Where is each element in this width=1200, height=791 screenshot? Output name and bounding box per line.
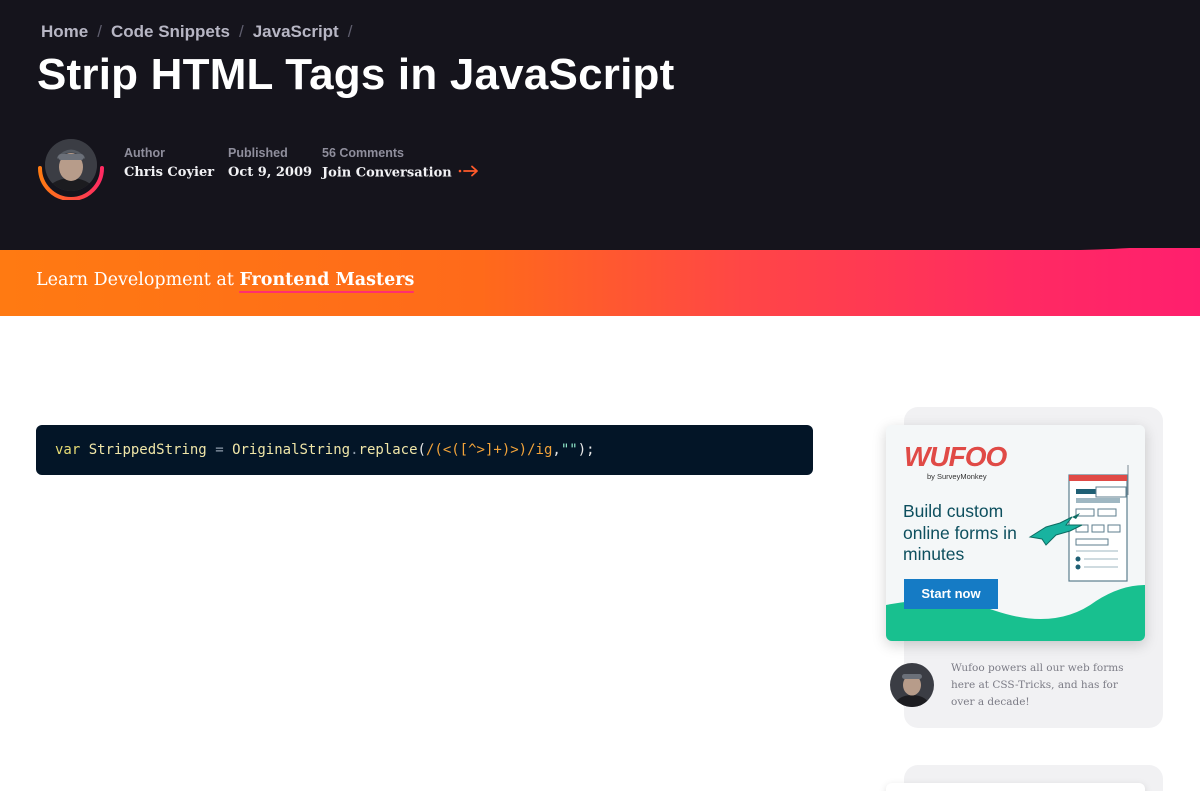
code-keyword: var [55,442,81,458]
sidebar-card-2[interactable] [886,783,1145,791]
breadcrumb-separator: / [238,22,244,41]
wufoo-logo: WUFOO [904,441,1007,472]
code-string: "" [560,442,578,458]
breadcrumb-separator: / [347,22,353,41]
promo-prefix: Learn Development at [36,270,234,290]
code-operator: = [215,442,224,458]
code-paren-open: ( [417,442,426,458]
breadcrumb-separator: / [97,22,102,41]
meta-published: Published Oct 9, 2009 [228,146,312,180]
breadcrumb-javascript[interactable]: JavaScript [253,22,339,41]
code-object: OriginalString [232,442,351,458]
wufoo-byline: by SurveyMonkey [927,472,987,481]
form-illustration-icon [1028,465,1129,582]
breadcrumb-code-snippets[interactable]: Code Snippets [111,22,230,41]
header-curve [0,228,1200,250]
author-label: Author [124,146,165,160]
ad-headline: Build custom online forms in minutes [903,501,1017,564]
code-block[interactable]: var StrippedString = OriginalString.repl… [36,425,813,475]
code-paren-close: ); [577,442,595,458]
meta-author: Author Chris Coyier [124,146,214,180]
avatar-photo-icon [890,663,934,707]
breadcrumb-home[interactable]: Home [41,22,88,41]
promo-text[interactable]: Learn Development at Frontend Masters [36,270,414,290]
arrow-right-icon[interactable] [458,165,480,181]
published-label: Published [228,146,288,160]
join-conversation-link[interactable]: Join Conversation [322,166,452,181]
code-line: var StrippedString = OriginalString.repl… [55,442,595,458]
comments-count: 56 Comments [322,146,404,160]
code-comma: , [552,442,561,458]
breadcrumb: Home / Code Snippets / JavaScript / [41,22,361,42]
code-identifier: StrippedString [88,442,207,458]
meta-comments: 56 Comments Join Conversation [322,146,480,181]
wufoo-ad[interactable]: WUFOO by SurveyMonkey Build custom onlin… [886,425,1145,641]
promo-brand-link[interactable]: Frontend Masters [239,270,414,290]
author-avatar[interactable] [36,138,106,200]
code-function: replace [358,442,418,458]
code-regex: /(<([^>]+)>)/ig [425,442,553,458]
page-title: Strip HTML Tags in JavaScript [37,50,675,99]
sponsor-note: Wufoo powers all our web forms here at C… [951,662,1124,708]
author-name-link[interactable]: Chris Coyier [124,165,214,180]
avatar-photo-icon [38,139,104,200]
code-dot: . [350,442,359,458]
start-now-button[interactable]: Start now [904,579,998,609]
published-date: Oct 9, 2009 [228,165,313,180]
sponsor-avatar [890,663,934,707]
